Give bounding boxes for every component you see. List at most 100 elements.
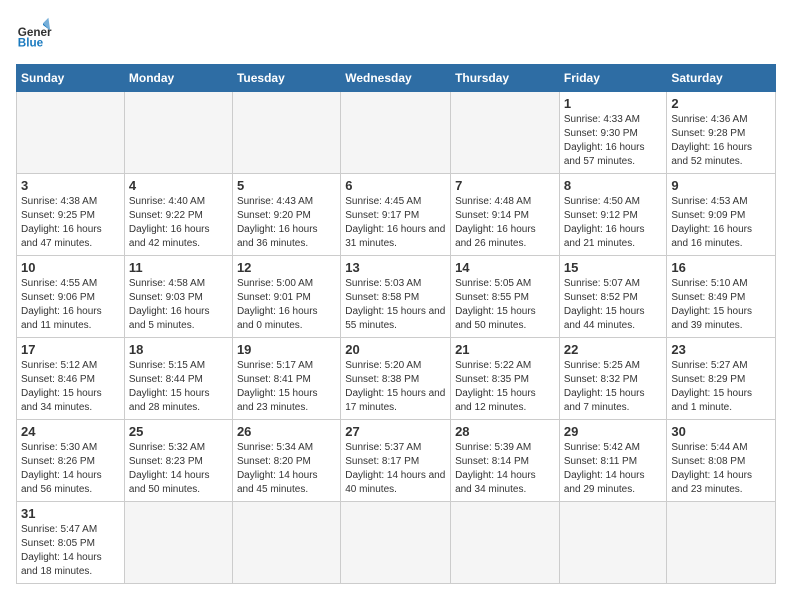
- week-row-3: 10 Sunrise: 4:55 AMSunset: 9:06 PMDayligh…: [17, 256, 776, 338]
- day-info: Sunrise: 4:38 AMSunset: 9:25 PMDaylight:…: [21, 195, 120, 251]
- day-number: 2: [671, 96, 771, 111]
- day-number: 31: [21, 506, 120, 521]
- day-number: 26: [237, 424, 336, 439]
- day-info: Sunrise: 4:53 AMSunset: 9:09 PMDaylight:…: [671, 195, 771, 251]
- calendar-cell: 13 Sunrise: 5:03 AMSunset: 8:58 PMDayligh…: [341, 256, 451, 338]
- calendar-cell: [232, 92, 340, 174]
- day-header-thursday: Thursday: [451, 65, 560, 92]
- day-number: 18: [129, 342, 228, 357]
- days-of-week-row: SundayMondayTuesdayWednesdayThursdayFrid…: [17, 65, 776, 92]
- calendar-cell: 27 Sunrise: 5:37 AMSunset: 8:17 PMDayligh…: [341, 420, 451, 502]
- day-number: 20: [345, 342, 446, 357]
- day-number: 7: [455, 178, 555, 193]
- day-number: 8: [564, 178, 663, 193]
- day-number: 21: [455, 342, 555, 357]
- day-info: Sunrise: 5:30 AMSunset: 8:26 PMDaylight:…: [21, 441, 120, 497]
- day-number: 12: [237, 260, 336, 275]
- calendar-cell: 1Sunrise: 4:33 AMSunset: 9:30 PMDaylight…: [559, 92, 667, 174]
- day-info: Sunrise: 5:15 AMSunset: 8:44 PMDaylight:…: [129, 359, 228, 415]
- day-info: Sunrise: 5:17 AMSunset: 8:41 PMDaylight:…: [237, 359, 336, 415]
- week-row-5: 24 Sunrise: 5:30 AMSunset: 8:26 PMDayligh…: [17, 420, 776, 502]
- day-number: 4: [129, 178, 228, 193]
- day-info: Sunrise: 5:34 AMSunset: 8:20 PMDaylight:…: [237, 441, 336, 497]
- calendar-cell: 20 Sunrise: 5:20 AMSunset: 8:38 PMDayligh…: [341, 338, 451, 420]
- day-info: Sunrise: 5:00 AMSunset: 9:01 PMDaylight:…: [237, 277, 336, 333]
- day-info: Sunrise: 5:37 AMSunset: 8:17 PMDaylight:…: [345, 441, 446, 497]
- day-info: Sunrise: 4:40 AMSunset: 9:22 PMDaylight:…: [129, 195, 228, 251]
- day-number: 14: [455, 260, 555, 275]
- logo-icon: General Blue: [16, 16, 52, 52]
- day-info: Sunrise: 5:10 AMSunset: 8:49 PMDaylight:…: [671, 277, 771, 333]
- day-number: 6: [345, 178, 446, 193]
- calendar-cell: 21 Sunrise: 5:22 AMSunset: 8:35 PMDayligh…: [451, 338, 560, 420]
- day-number: 23: [671, 342, 771, 357]
- calendar-cell: 11 Sunrise: 4:58 AMSunset: 9:03 PMDayligh…: [124, 256, 232, 338]
- calendar-body: 1Sunrise: 4:33 AMSunset: 9:30 PMDaylight…: [17, 92, 776, 584]
- calendar-cell: 25Sunrise: 5:32 AMSunset: 8:23 PMDayligh…: [124, 420, 232, 502]
- day-info: Sunrise: 5:47 AMSunset: 8:05 PMDaylight:…: [21, 523, 120, 579]
- week-row-6: 31 Sunrise: 5:47 AMSunset: 8:05 PMDayligh…: [17, 502, 776, 584]
- day-number: 24: [21, 424, 120, 439]
- day-info: Sunrise: 4:55 AMSunset: 9:06 PMDaylight:…: [21, 277, 120, 333]
- day-info: Sunrise: 5:22 AMSunset: 8:35 PMDaylight:…: [455, 359, 555, 415]
- calendar-cell: 6Sunrise: 4:45 AMSunset: 9:17 PMDaylight…: [341, 174, 451, 256]
- day-number: 3: [21, 178, 120, 193]
- day-number: 13: [345, 260, 446, 275]
- day-header-tuesday: Tuesday: [232, 65, 340, 92]
- day-number: 9: [671, 178, 771, 193]
- logo: General Blue: [16, 16, 52, 52]
- calendar-cell: 18 Sunrise: 5:15 AMSunset: 8:44 PMDayligh…: [124, 338, 232, 420]
- week-row-1: 1Sunrise: 4:33 AMSunset: 9:30 PMDaylight…: [17, 92, 776, 174]
- calendar-cell: [451, 92, 560, 174]
- calendar-cell: [232, 502, 340, 584]
- day-number: 11: [129, 260, 228, 275]
- day-number: 29: [564, 424, 663, 439]
- day-info: Sunrise: 4:36 AMSunset: 9:28 PMDaylight:…: [671, 113, 771, 169]
- calendar-cell: [667, 502, 776, 584]
- calendar-cell: [451, 502, 560, 584]
- day-header-sunday: Sunday: [17, 65, 125, 92]
- day-info: Sunrise: 5:27 AMSunset: 8:29 PMDaylight:…: [671, 359, 771, 415]
- calendar-cell: 29Sunrise: 5:42 AMSunset: 8:11 PMDayligh…: [559, 420, 667, 502]
- calendar-cell: 28Sunrise: 5:39 AMSunset: 8:14 PMDayligh…: [451, 420, 560, 502]
- calendar-cell: 24 Sunrise: 5:30 AMSunset: 8:26 PMDayligh…: [17, 420, 125, 502]
- day-number: 1: [564, 96, 663, 111]
- week-row-4: 17Sunrise: 5:12 AMSunset: 8:46 PMDayligh…: [17, 338, 776, 420]
- calendar-cell: 3 Sunrise: 4:38 AMSunset: 9:25 PMDaylight…: [17, 174, 125, 256]
- day-header-monday: Monday: [124, 65, 232, 92]
- day-info: Sunrise: 4:43 AMSunset: 9:20 PMDaylight:…: [237, 195, 336, 251]
- day-info: Sunrise: 5:03 AMSunset: 8:58 PMDaylight:…: [345, 277, 446, 333]
- calendar-cell: 10 Sunrise: 4:55 AMSunset: 9:06 PMDayligh…: [17, 256, 125, 338]
- calendar-header: SundayMondayTuesdayWednesdayThursdayFrid…: [17, 65, 776, 92]
- page-header: General Blue: [16, 16, 776, 52]
- calendar-cell: 17Sunrise: 5:12 AMSunset: 8:46 PMDayligh…: [17, 338, 125, 420]
- calendar-cell: 4 Sunrise: 4:40 AMSunset: 9:22 PMDaylight…: [124, 174, 232, 256]
- calendar-cell: [341, 92, 451, 174]
- calendar-cell: [341, 502, 451, 584]
- calendar-table: SundayMondayTuesdayWednesdayThursdayFrid…: [16, 64, 776, 584]
- day-number: 10: [21, 260, 120, 275]
- day-info: Sunrise: 5:07 AMSunset: 8:52 PMDaylight:…: [564, 277, 663, 333]
- day-number: 27: [345, 424, 446, 439]
- day-info: Sunrise: 5:12 AMSunset: 8:46 PMDaylight:…: [21, 359, 120, 415]
- day-info: Sunrise: 5:20 AMSunset: 8:38 PMDaylight:…: [345, 359, 446, 415]
- day-info: Sunrise: 5:05 AMSunset: 8:55 PMDaylight:…: [455, 277, 555, 333]
- calendar-cell: 8 Sunrise: 4:50 AMSunset: 9:12 PMDaylight…: [559, 174, 667, 256]
- calendar-cell: 22Sunrise: 5:25 AMSunset: 8:32 PMDayligh…: [559, 338, 667, 420]
- day-number: 5: [237, 178, 336, 193]
- calendar-cell: [17, 92, 125, 174]
- day-info: Sunrise: 5:39 AMSunset: 8:14 PMDaylight:…: [455, 441, 555, 497]
- day-number: 25: [129, 424, 228, 439]
- day-number: 19: [237, 342, 336, 357]
- calendar-cell: 7Sunrise: 4:48 AMSunset: 9:14 PMDaylight…: [451, 174, 560, 256]
- calendar-cell: [124, 502, 232, 584]
- calendar-cell: 12 Sunrise: 5:00 AMSunset: 9:01 PMDayligh…: [232, 256, 340, 338]
- svg-text:Blue: Blue: [18, 37, 44, 50]
- day-header-wednesday: Wednesday: [341, 65, 451, 92]
- day-number: 30: [671, 424, 771, 439]
- day-number: 22: [564, 342, 663, 357]
- day-header-saturday: Saturday: [667, 65, 776, 92]
- day-header-friday: Friday: [559, 65, 667, 92]
- day-info: Sunrise: 4:50 AMSunset: 9:12 PMDaylight:…: [564, 195, 663, 251]
- day-info: Sunrise: 4:58 AMSunset: 9:03 PMDaylight:…: [129, 277, 228, 333]
